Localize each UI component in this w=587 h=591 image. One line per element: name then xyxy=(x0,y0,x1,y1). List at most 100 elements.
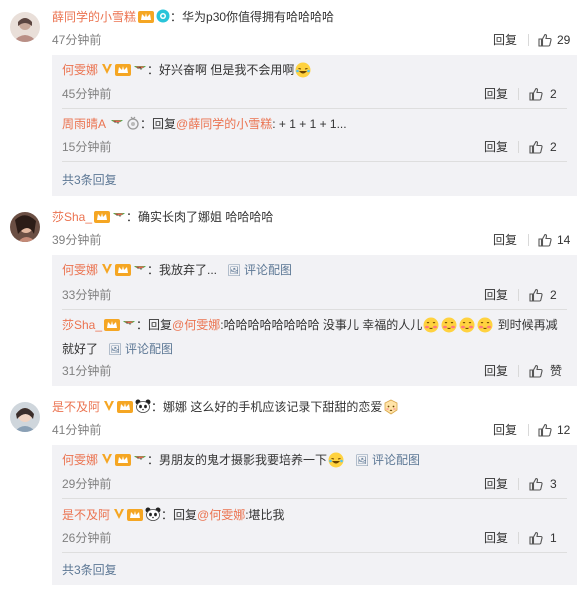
username[interactable]: 何雯娜 xyxy=(62,263,98,277)
divider xyxy=(62,498,567,499)
verified-v-icon xyxy=(101,452,113,464)
comment-image-label: 评论配图 xyxy=(124,342,173,356)
like-button[interactable]: 2 xyxy=(528,139,568,155)
vip-crown-icon xyxy=(138,10,155,28)
reply-button[interactable]: 回复 xyxy=(484,287,508,303)
reply-button[interactable]: 回复 xyxy=(493,32,517,48)
reply-content: 何雯娜 ：男朋友的鬼才摄影我要培养一下 🖼 评论配图 xyxy=(62,451,420,471)
panda-badge-icon xyxy=(135,399,151,418)
verified-v-icon xyxy=(113,507,125,519)
laugh-emoji-icon xyxy=(295,62,311,78)
like-button[interactable]: 14 xyxy=(537,232,577,248)
like-button[interactable]: 29 xyxy=(537,32,577,48)
reply-button[interactable]: 回复 xyxy=(484,363,508,379)
like-button[interactable]: 赞 xyxy=(528,363,568,379)
timestamp: 47分钟前 xyxy=(52,33,102,47)
like-count: 29 xyxy=(557,33,571,47)
watermelon-badge-icon xyxy=(133,62,147,81)
like-count: 12 xyxy=(557,423,571,437)
watermelon-badge-icon xyxy=(112,209,126,228)
divider xyxy=(62,108,567,109)
username[interactable]: 莎Sha_ xyxy=(52,210,92,224)
divider xyxy=(518,141,519,153)
reply-button[interactable]: 回复 xyxy=(484,530,508,546)
watermelon-badge-icon xyxy=(110,116,124,135)
timestamp: 26分钟前 xyxy=(62,531,112,545)
username[interactable]: 是不及阿 xyxy=(52,400,100,414)
comment-image-label: 评论配图 xyxy=(244,263,293,277)
comment-thread: 薛同学的小雪糕 ：华为p30你值得拥有哈哈哈哈 47分钟前 回复 29 何雯娜 ：好… xyxy=(0,0,587,591)
comment-content: 是不及阿 ：娜娜 这么好的手机应该记录下甜甜的恋爱 xyxy=(52,398,400,418)
reply-button[interactable]: 回复 xyxy=(493,232,517,248)
divider xyxy=(62,161,567,162)
vip-crown-icon xyxy=(115,63,132,81)
comment-image-link[interactable]: 🖼 评论配图 xyxy=(108,342,173,356)
mention-link[interactable]: @何雯娜 xyxy=(197,508,245,522)
like-button[interactable]: 1 xyxy=(528,530,568,546)
username[interactable]: 薛同学的小雪糕 xyxy=(52,10,136,24)
like-button[interactable]: 2 xyxy=(528,86,568,102)
reply-text: : + 1 + 1 + 1... xyxy=(272,117,347,131)
comment-image-label: 评论配图 xyxy=(372,453,421,467)
avatar[interactable] xyxy=(10,12,40,42)
username[interactable]: 是不及阿 xyxy=(62,508,110,522)
watermelon-badge-icon xyxy=(122,317,136,336)
reply-list: 何雯娜 ：我放弃了... 🖼 评论配图 33分钟前 回复 2 莎Sha_ ：回复@何雯娜… xyxy=(52,255,577,386)
divider xyxy=(62,552,567,553)
reply-content: 何雯娜 ：好兴奋啊 但是我不会用啊 xyxy=(62,61,312,81)
thumbs-up-icon xyxy=(538,233,552,247)
comment-text: ：确实长肉了娜姐 哈哈哈哈 xyxy=(126,210,274,224)
view-more-replies-link[interactable]: 共3条回复 xyxy=(62,172,117,188)
thumbs-up-icon xyxy=(529,288,543,302)
divider xyxy=(518,88,519,100)
reply-text: :堪比我 xyxy=(245,508,285,522)
mention-link[interactable]: @薛同学的小雪糕 xyxy=(176,117,272,131)
reply-content-line2: 就好了 🖼 评论配图 xyxy=(62,340,173,359)
vip-crown-icon xyxy=(117,400,134,418)
username[interactable]: 何雯娜 xyxy=(62,63,98,77)
reply-content: 莎Sha_ ：回复@何雯娜:哈哈哈哈哈哈哈哈 没事儿 幸福的人儿 到时候再减 xyxy=(62,316,558,336)
verified-v-icon xyxy=(101,262,113,274)
avatar[interactable] xyxy=(10,212,40,242)
mention-link[interactable]: @何雯娜 xyxy=(172,318,220,332)
reply-button[interactable]: 回复 xyxy=(493,422,517,438)
image-icon: 🖼 xyxy=(108,344,122,356)
view-more-replies-link[interactable]: 共3条回复 xyxy=(62,562,117,578)
username[interactable]: 莎Sha_ xyxy=(62,318,102,332)
like-button[interactable]: 3 xyxy=(528,476,568,492)
thumbs-up-icon xyxy=(529,364,543,378)
vip-crown-icon xyxy=(104,318,121,336)
comment-image-link[interactable]: 🖼 评论配图 xyxy=(355,453,420,467)
comment-image-link[interactable]: 🖼 评论配图 xyxy=(227,263,292,277)
reply-text-line2: 就好了 xyxy=(62,342,99,356)
shy-face-emoji-icon xyxy=(383,399,399,415)
thumbs-up-icon xyxy=(538,423,552,437)
username[interactable]: 何雯娜 xyxy=(62,453,98,467)
like-count: 2 xyxy=(550,87,557,101)
verified-v-icon xyxy=(103,399,115,411)
reply-button[interactable]: 回复 xyxy=(484,476,508,492)
timestamp: 39分钟前 xyxy=(52,233,102,247)
timestamp: 31分钟前 xyxy=(62,364,112,378)
divider xyxy=(62,309,567,310)
badge-icon xyxy=(156,9,170,28)
comment-item: 薛同学的小雪糕 ：华为p30你值得拥有哈哈哈哈 47分钟前 回复 29 何雯娜 ：好… xyxy=(0,0,587,200)
reply-text-tail: 到时候再减 xyxy=(494,318,558,332)
comment-content: 薛同学的小雪糕 ：华为p30你值得拥有哈哈哈哈 xyxy=(52,8,334,28)
reply-button[interactable]: 回复 xyxy=(484,86,508,102)
reply-list: 何雯娜 ：男朋友的鬼才摄影我要培养一下 🖼 评论配图 29分钟前 回复 3 是不及阿 ：… xyxy=(52,445,577,585)
divider xyxy=(528,234,529,246)
like-button[interactable]: 12 xyxy=(537,422,577,438)
divider xyxy=(518,365,519,377)
reply-prefix: ：回复 xyxy=(136,318,173,332)
reply-button[interactable]: 回复 xyxy=(484,139,508,155)
like-count: 2 xyxy=(550,288,557,302)
timestamp: 45分钟前 xyxy=(62,87,112,101)
reply-text: ：好兴奋啊 但是我不会用啊 xyxy=(147,63,295,77)
reply-text: ：男朋友的鬼才摄影我要培养一下 xyxy=(147,453,328,467)
like-button[interactable]: 2 xyxy=(528,287,568,303)
reply-text: ：我放弃了... xyxy=(147,263,218,277)
panda-badge-icon xyxy=(145,507,161,526)
avatar[interactable] xyxy=(10,402,40,432)
username[interactable]: 周雨晴A xyxy=(62,117,106,131)
